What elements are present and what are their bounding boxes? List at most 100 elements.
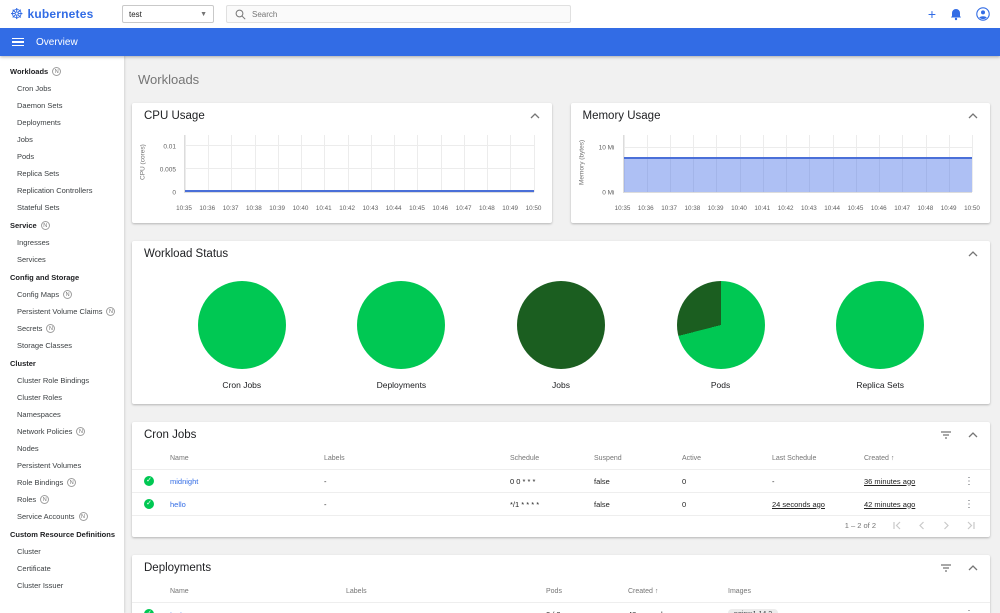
sidebar-group-label: Cluster — [10, 359, 36, 368]
column-header-created[interactable]: Created ↑ — [628, 588, 728, 595]
sidebar-group-service[interactable]: Service N — [0, 216, 124, 234]
sidebar-item-label: Cron Jobs — [17, 84, 52, 93]
collapse-chevron-icon[interactable] — [968, 251, 978, 257]
pie-chart[interactable] — [357, 281, 446, 369]
collapse-chevron-icon[interactable] — [530, 113, 540, 119]
deployment-name-link[interactable]: test — [170, 610, 346, 613]
gridline — [347, 135, 349, 192]
status-chart-label: Pods — [710, 380, 731, 390]
kubernetes-logo-icon: ☸ — [10, 5, 24, 23]
status-chart-label: Cron Jobs — [222, 380, 262, 390]
sidebar-item-secrets[interactable]: Secrets N — [0, 320, 124, 337]
column-header-created[interactable]: Created ↑ — [864, 455, 960, 462]
column-header-images[interactable]: Images — [728, 588, 960, 595]
sidebar-item-label: Jobs — [17, 135, 33, 144]
filter-icon[interactable] — [940, 563, 952, 573]
sidebar-group-custom-resource-definitions[interactable]: Custom Resource Definitions — [0, 525, 124, 543]
sidebar-item-cron-jobs[interactable]: Cron Jobs — [0, 80, 124, 97]
x-tick-label: 10:40 — [292, 205, 309, 212]
x-tick-label: 10:45 — [847, 205, 864, 212]
sidebar-item-certificate[interactable]: Certificate — [0, 560, 124, 577]
column-header-pods[interactable]: Pods — [546, 588, 628, 595]
sidebar-item-persistent-volume-claims[interactable]: Persistent Volume Claims N — [0, 303, 124, 320]
menu-hamburger-icon[interactable] — [12, 37, 24, 47]
pie-chart[interactable] — [836, 281, 925, 369]
column-header-last-schedule[interactable]: Last Schedule — [772, 455, 864, 462]
row-actions-kebab-icon[interactable]: ⋮ — [960, 476, 978, 487]
cron-jobs-card: Cron Jobs Name Labels Schedule Suspend Activ… — [132, 422, 990, 537]
notifications-bell-icon[interactable] — [950, 8, 962, 21]
gridline — [510, 135, 512, 192]
column-header-labels[interactable]: Labels — [324, 455, 510, 462]
sidebar-item-cluster-role-bindings[interactable]: Cluster Role Bindings — [0, 372, 124, 389]
x-tick-label: 10:36 — [199, 205, 216, 212]
namespace-select[interactable]: test ▼ — [122, 5, 214, 23]
last-page-icon[interactable] — [967, 521, 976, 530]
first-page-icon[interactable] — [892, 521, 901, 530]
cronjob-name-link[interactable]: hello — [170, 500, 324, 509]
search-box[interactable] — [226, 5, 571, 23]
filter-icon[interactable] — [940, 430, 952, 440]
sidebar-item-role-bindings[interactable]: Role Bindings N — [0, 474, 124, 491]
sidebar-item-cluster[interactable]: Cluster — [0, 543, 124, 560]
card-title: Cron Jobs — [144, 429, 197, 441]
search-input[interactable] — [252, 9, 562, 19]
create-resource-button[interactable]: + — [928, 7, 936, 21]
next-page-icon[interactable] — [942, 521, 951, 530]
sidebar-item-deployments[interactable]: Deployments — [0, 114, 124, 131]
collapse-chevron-icon[interactable] — [968, 113, 978, 119]
x-tick-label: 10:48 — [917, 205, 934, 212]
sidebar-item-replication-controllers[interactable]: Replication Controllers — [0, 182, 124, 199]
table-row: ✓ test - 2 / 2 48 seconds ago nginx:1.14… — [132, 602, 990, 613]
x-tick-label: 10:37 — [222, 205, 239, 212]
row-actions-kebab-icon[interactable]: ⋮ — [960, 609, 978, 613]
sidebar-group-cluster[interactable]: Cluster — [0, 354, 124, 372]
column-header-suspend[interactable]: Suspend — [594, 455, 682, 462]
sidebar-item-services[interactable]: Services — [0, 251, 124, 268]
sidebar-group-config-and-storage[interactable]: Config and Storage — [0, 268, 124, 286]
x-tick-label: 10:47 — [894, 205, 910, 212]
sidebar-item-cluster-roles[interactable]: Cluster Roles — [0, 389, 124, 406]
sidebar-item-ingresses[interactable]: Ingresses — [0, 234, 124, 251]
sidebar-group-workloads[interactable]: Workloads N — [0, 62, 124, 80]
collapse-chevron-icon[interactable] — [968, 565, 978, 571]
pie-chart[interactable] — [676, 281, 765, 369]
sidebar-item-jobs[interactable]: Jobs — [0, 131, 124, 148]
x-tick-label: 10:47 — [455, 205, 472, 212]
sidebar-item-label: Stateful Sets — [17, 203, 60, 212]
column-header-schedule[interactable]: Schedule — [510, 455, 594, 462]
column-header-name[interactable]: Name — [170, 455, 324, 462]
status-ok-icon: ✓ — [144, 499, 154, 509]
column-header-active[interactable]: Active — [682, 455, 772, 462]
previous-page-icon[interactable] — [917, 521, 926, 530]
pie-chart[interactable] — [516, 281, 605, 369]
sidebar-item-persistent-volumes[interactable]: Persistent Volumes — [0, 457, 124, 474]
gridline — [463, 135, 465, 192]
user-account-icon[interactable] — [976, 7, 990, 21]
sidebar-item-config-maps[interactable]: Config Maps N — [0, 286, 124, 303]
collapse-chevron-icon[interactable] — [968, 432, 978, 438]
sidebar-item-network-policies[interactable]: Network Policies N — [0, 423, 124, 440]
x-tick-label: 10:44 — [385, 205, 402, 212]
pie-chart[interactable] — [197, 281, 286, 369]
sidebar-item-nodes[interactable]: Nodes — [0, 440, 124, 457]
brand[interactable]: ☸ kubernetes — [10, 7, 122, 22]
x-tick-label: 10:50 — [525, 205, 542, 212]
column-header-labels[interactable]: Labels — [346, 588, 546, 595]
sidebar-item-service-accounts[interactable]: Service Accounts N — [0, 508, 124, 525]
sidebar-item-stateful-sets[interactable]: Stateful Sets — [0, 199, 124, 216]
sidebar-item-label: Ingresses — [17, 238, 50, 247]
page-title: Workloads — [138, 72, 200, 87]
page-breadcrumb: Overview — [36, 36, 78, 48]
column-header-name[interactable]: Name — [170, 588, 346, 595]
sidebar-item-namespaces[interactable]: Namespaces — [0, 406, 124, 423]
sidebar-item-pods[interactable]: Pods — [0, 148, 124, 165]
row-actions-kebab-icon[interactable]: ⋮ — [960, 499, 978, 510]
cronjob-name-link[interactable]: midnight — [170, 477, 324, 486]
sidebar-item-daemon-sets[interactable]: Daemon Sets — [0, 97, 124, 114]
sidebar-item-replica-sets[interactable]: Replica Sets — [0, 165, 124, 182]
sidebar-item-cluster-issuer[interactable]: Cluster Issuer — [0, 577, 124, 594]
sidebar-item-roles[interactable]: Roles N — [0, 491, 124, 508]
sidebar-item-storage-classes[interactable]: Storage Classes — [0, 337, 124, 354]
gridline — [533, 135, 535, 192]
